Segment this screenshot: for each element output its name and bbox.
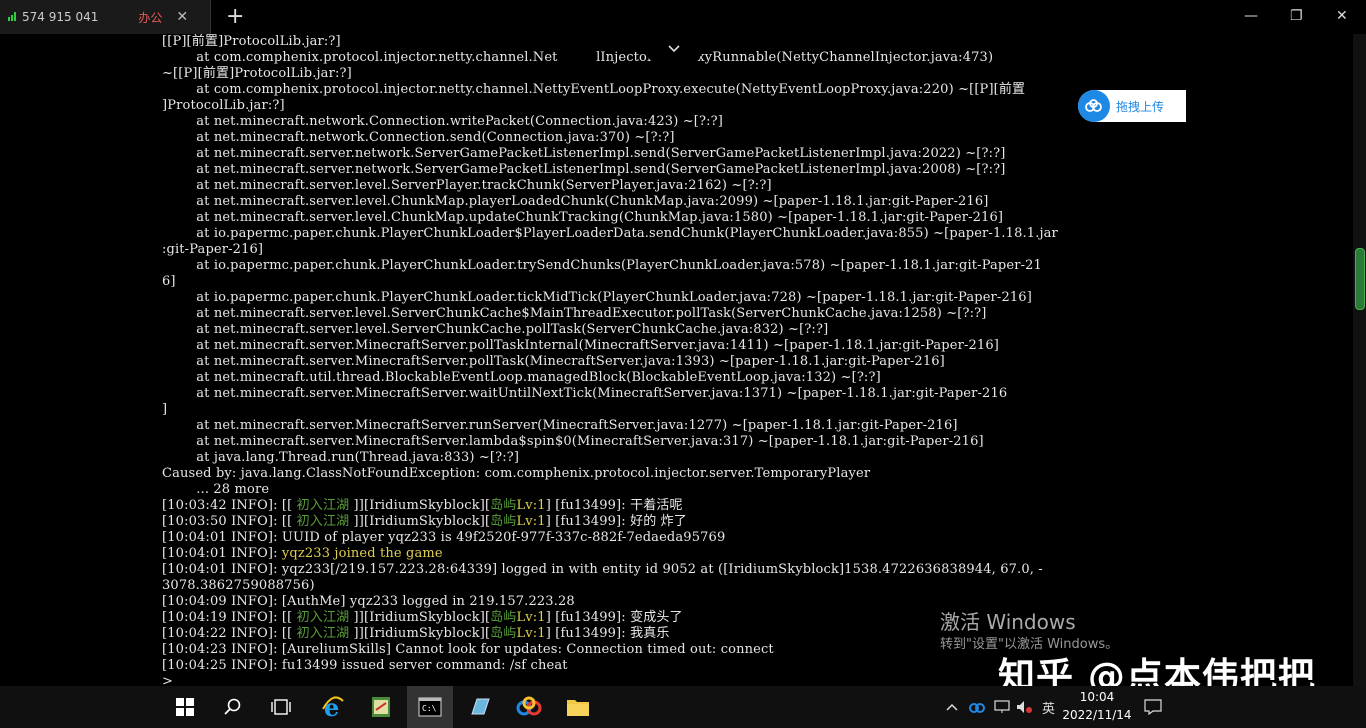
cmd-button[interactable]: C:\ [407,686,453,728]
volume-muted-icon[interactable] [1016,686,1034,728]
log-line: [10:04:01 INFO]: yqz233 joined the game [162,546,443,561]
stack-line: at io.papermc.paper.chunk.PlayerChunkLoa… [162,290,1032,305]
stack-line: ... 28 more [162,482,270,497]
ie-button[interactable]: e [310,686,356,728]
stack-line: at net.minecraft.server.network.ServerGa… [162,162,1006,177]
stack-line: at net.minecraft.server.MinecraftServer.… [162,418,958,433]
stack-line: at net.minecraft.server.level.ChunkMap.u… [162,210,1004,225]
chevron-down-icon [668,41,680,57]
stack-line: at net.minecraft.server.MinecraftServer.… [162,434,984,449]
log-line: [10:03:42 INFO]: [[ 初入江湖 ]][IridiumSkybl… [162,498,683,513]
window-titlebar: 574 915 041 办公 ✕ + — ❐ ✕ [0,0,1366,34]
notepad-button[interactable] [358,686,404,728]
rank-tag: 初入江湖 [296,498,350,513]
new-tab-button[interactable]: + [226,4,244,29]
clock-date: 2022/11/14 [1062,708,1132,722]
log-line: 3078.3862759088756) [162,578,315,593]
baidu-cloud-button[interactable] [506,686,552,728]
start-button[interactable] [162,686,208,728]
level-tag: Lv:1 [516,498,546,513]
network-icon[interactable] [994,686,1010,728]
internet-explorer-icon: e [322,695,344,719]
stack-line: Caused by: java.lang.ClassNotFoundExcept… [162,466,871,481]
stack-line: ]ProtocolLib.jar:?] [162,98,285,113]
folder-icon [567,700,589,716]
close-tab-icon[interactable]: ✕ [176,9,188,25]
search-icon [224,698,241,715]
cloud-icon [516,696,542,716]
collapse-toolbar-button[interactable] [646,36,702,64]
scrollbar-thumb[interactable] [1355,248,1365,310]
search-button[interactable] [210,686,256,728]
clock-time: 10:04 [1079,690,1115,704]
island-tag: 岛屿 [490,626,517,641]
log-line: [10:04:01 INFO]: UUID of player yqz233 i… [162,530,726,545]
ime-indicator[interactable]: 英 [1042,686,1055,728]
stack-line: at net.minecraft.server.MinecraftServer.… [162,354,945,369]
console-output[interactable]: [[P][前置]ProtocolLib.jar:?] at com.comphe… [162,34,1186,686]
close-window-icon[interactable]: ✕ [1336,8,1348,24]
stack-line: at net.minecraft.server.level.ServerChun… [162,306,987,321]
stack-line: at net.minecraft.network.Connection.send… [162,130,675,145]
stack-line: at com.comphenix.protocol.injector.netty… [162,82,1026,97]
log-line: [10:03:50 INFO]: [[ 初入江湖 ]][IridiumSkybl… [162,514,687,529]
svg-text:C:\: C:\ [422,704,437,713]
tray-overflow-icon[interactable] [946,686,958,728]
stack-line: at net.minecraft.server.MinecraftServer.… [162,386,1008,401]
island-tag: 岛屿 [490,610,517,625]
scrollbar-track[interactable] [1353,34,1366,686]
notification-icon[interactable] [1144,686,1162,728]
join-message: yqz233 joined the game [281,546,443,561]
level-tag: Lv:1 [516,514,546,529]
terminal-icon: C:\ [418,697,442,717]
rank-tag: 初入江湖 [296,514,350,529]
session-tag: 办公 [138,10,163,25]
restore-icon[interactable]: ❐ [1290,8,1303,24]
stack-line: at net.minecraft.util.thread.BlockableEv… [162,370,881,385]
stack-line: at net.minecraft.server.level.ServerPlay… [162,178,772,193]
file-explorer-button[interactable] [555,686,601,728]
island-tag: 岛屿 [490,514,517,529]
upload-label: 拖拽上传 [1116,99,1165,114]
stack-line: at java.lang.Thread.run(Thread.java:833)… [162,450,520,465]
stack-line: ] [162,402,168,417]
stack-line: at io.papermc.paper.chunk.PlayerChunkLoa… [162,258,1042,273]
stack-line: 6] [162,274,176,289]
folder-app-button[interactable] [457,686,503,728]
drag-upload-widget[interactable]: 拖拽上传 [1078,90,1186,122]
notepad-icon [372,697,390,717]
level-tag: Lv:1 [516,626,546,641]
activate-windows-title: 激活 Windows [940,610,1076,634]
task-view-icon [271,699,291,715]
stack-line: at io.papermc.paper.chunk.PlayerChunkLoa… [162,226,1058,241]
island-tag: 岛屿 [490,498,517,513]
level-tag: Lv:1 [516,610,546,625]
stack-line: at net.minecraft.server.level.ChunkMap.p… [162,194,989,209]
stack-line: at net.minecraft.server.MinecraftServer.… [162,338,1000,353]
stack-line: :git-Paper-216] [162,242,264,257]
task-view-button[interactable] [258,686,304,728]
taskbar: e C:\ 英 10:04 2022/11/14 [0,686,1366,728]
stack-line: at net.minecraft.network.Connection.writ… [162,114,723,129]
rank-tag: 初入江湖 [296,610,350,625]
stack-line: ~[[P][前置]ProtocolLib.jar:?] [162,66,352,81]
baidu-tray-icon[interactable] [968,686,986,728]
signal-bars-icon [8,11,18,24]
stack-line: at net.minecraft.server.level.ServerChun… [162,322,829,337]
minimize-icon[interactable]: — [1244,8,1258,24]
system-clock[interactable]: 10:04 2022/11/14 [1058,688,1136,724]
stack-trace: [[P][前置]ProtocolLib.jar:?] at com.comphe… [162,34,1186,498]
app-icon [471,698,490,715]
remote-session-tab[interactable]: 574 915 041 办公 ✕ [0,0,211,34]
rank-tag: 初入江湖 [296,626,350,641]
cloud-icon [1078,90,1110,122]
windows-logo-icon [176,698,194,716]
log-line: [10:04:01 INFO]: yqz233[/219.157.223.28:… [162,562,1043,577]
stack-line: at net.minecraft.server.network.ServerGa… [162,146,1006,161]
session-id: 574 915 041 [22,10,99,24]
